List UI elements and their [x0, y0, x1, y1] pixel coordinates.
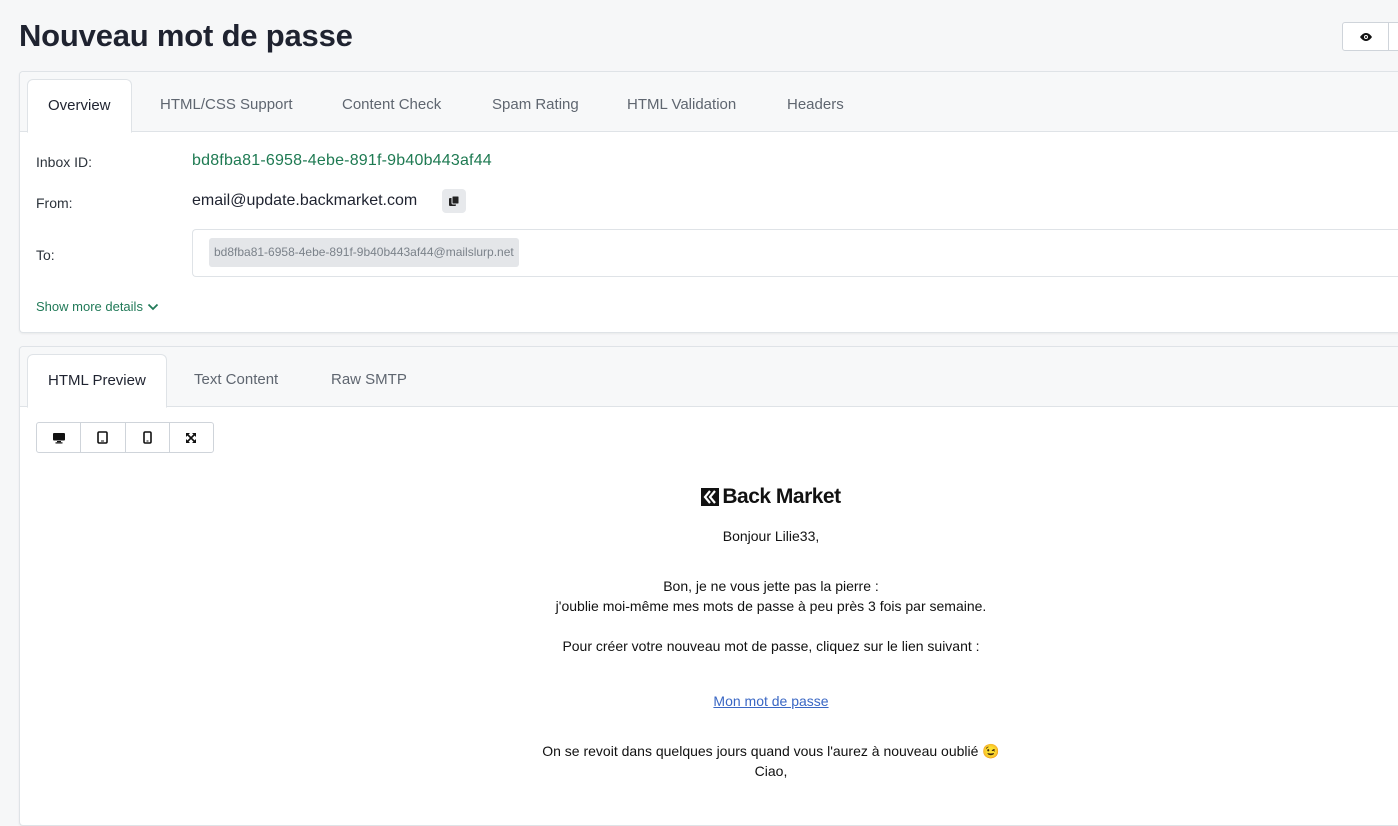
tab-html-css-support[interactable]: HTML/CSS Support: [160, 79, 293, 132]
device-size-toggle: [36, 422, 214, 453]
logo-text: Back Market: [722, 485, 841, 508]
tab-overview[interactable]: Overview: [27, 79, 132, 133]
email-greeting: Bonjour Lilie33,: [722, 528, 820, 544]
tab-content-check[interactable]: Content Check: [342, 79, 441, 132]
tab-html-preview[interactable]: HTML Preview: [27, 354, 167, 408]
desktop-icon: [52, 432, 65, 443]
email-line-2: j'oublie moi-même mes mots de passe à pe…: [555, 598, 987, 614]
from-value: email@update.backmarket.com: [192, 192, 418, 209]
mobile-icon: [142, 431, 152, 444]
email-line-4: On se revoit dans quelques jours quand v…: [542, 743, 1000, 759]
email-preview-body: Back Market Bonjour Lilie33, Bon, je ne …: [20, 485, 1398, 781]
backmarket-logo-icon: [701, 488, 720, 506]
preview-button[interactable]: [1343, 23, 1389, 50]
fullscreen-button[interactable]: [170, 423, 213, 452]
show-more-details-toggle[interactable]: Show more details: [36, 299, 159, 314]
tablet-view-button[interactable]: [81, 423, 126, 452]
tab-spam-rating[interactable]: Spam Rating: [492, 79, 579, 132]
email-line-5: Ciao,: [754, 763, 788, 779]
preview-tabbar: HTML Preview Text Content Raw SMTP: [20, 347, 1398, 408]
top-action-group: [1342, 22, 1398, 51]
email-preview-card: HTML Preview Text Content Raw SMTP Back …: [19, 346, 1398, 826]
overview-tabbar: Overview HTML/CSS Support Content Check …: [20, 72, 1398, 133]
tab-headers[interactable]: Headers: [787, 79, 844, 132]
copy-from-button[interactable]: [442, 189, 466, 213]
reset-password-link[interactable]: Mon mot de passe: [713, 693, 828, 709]
tab-text-content[interactable]: Text Content: [194, 354, 278, 407]
to-label: To:: [36, 247, 55, 263]
show-more-label: Show more details: [36, 299, 143, 314]
email-line-3: Pour créer votre nouveau mot de passe, c…: [562, 638, 980, 654]
eye-icon: [1359, 32, 1372, 41]
tab-raw-smtp[interactable]: Raw SMTP: [331, 354, 407, 407]
to-address-chip[interactable]: bd8fba81-6958-4ebe-891f-9b40b443af44@mai…: [209, 238, 519, 267]
page-title: Nouveau mot de passe: [19, 18, 353, 53]
email-details-card: Overview HTML/CSS Support Content Check …: [19, 71, 1398, 333]
to-field: bd8fba81-6958-4ebe-891f-9b40b443af44@mai…: [192, 229, 1398, 277]
mobile-view-button[interactable]: [126, 423, 170, 452]
tab-html-validation[interactable]: HTML Validation: [627, 79, 736, 132]
inbox-id-link[interactable]: bd8fba81-6958-4ebe-891f-9b40b443af44: [192, 152, 492, 170]
copy-icon: [449, 195, 460, 206]
inbox-id-label: Inbox ID:: [36, 154, 93, 170]
chevron-down-icon: [147, 303, 159, 310]
fullscreen-icon: [186, 432, 197, 443]
desktop-view-button[interactable]: [37, 423, 82, 452]
tablet-icon: [97, 431, 109, 444]
from-label: From:: [36, 195, 73, 211]
email-line-1: Bon, je ne vous jette pas la pierre :: [663, 578, 879, 594]
backmarket-logo: Back Market: [701, 485, 841, 509]
